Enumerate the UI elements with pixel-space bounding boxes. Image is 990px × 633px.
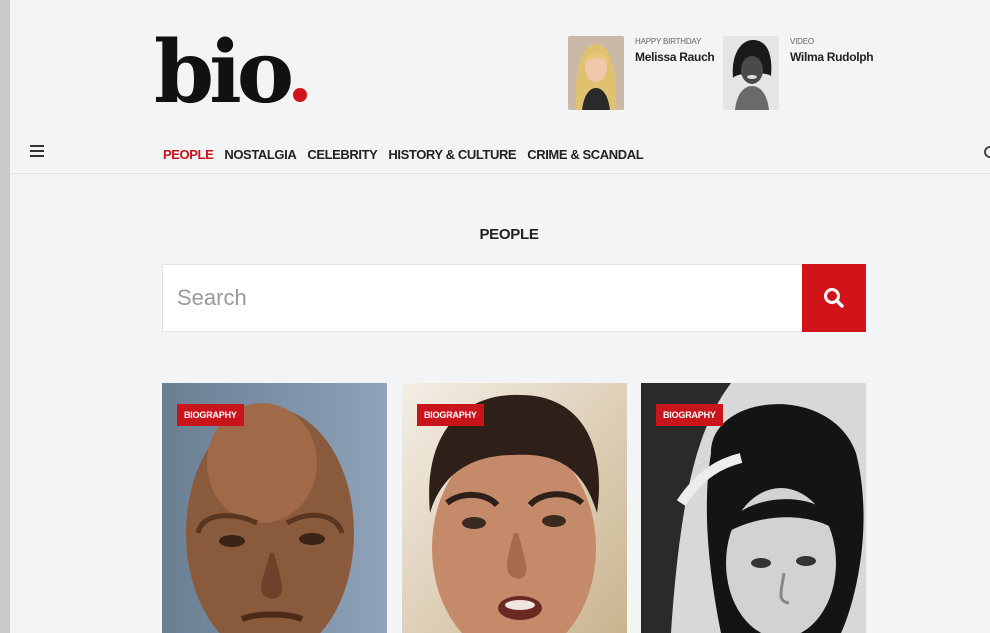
- category-badge[interactable]: BIOGRAPHY: [417, 404, 484, 426]
- category-badge[interactable]: BIOGRAPHY: [656, 404, 723, 426]
- nav-item-crime-scandal[interactable]: CRIME & SCANDAL: [527, 147, 643, 162]
- search-button[interactable]: [802, 264, 866, 332]
- promo-name[interactable]: Wilma Rudolph: [790, 50, 874, 64]
- bio-logo[interactable]: bio: [154, 28, 308, 118]
- promo-birthday[interactable]: HAPPY BIRTHDAY Melissa Rauch: [568, 36, 715, 110]
- category-badge[interactable]: BIOGRAPHY: [177, 404, 244, 426]
- promo-thumbnail[interactable]: [723, 36, 779, 110]
- search-icon: [824, 288, 844, 308]
- hamburger-icon[interactable]: [30, 145, 44, 160]
- search-input[interactable]: [163, 265, 803, 331]
- search-bar: [162, 264, 866, 332]
- main-nav: PEOPLE NOSTALGIA CELEBRITY HISTORY & CUL…: [163, 147, 644, 162]
- nav-item-people[interactable]: PEOPLE: [163, 147, 214, 162]
- biography-card[interactable]: BIOGRAPHY: [402, 383, 627, 633]
- promo-thumbnail[interactable]: [568, 36, 624, 110]
- promo-video[interactable]: VIDEO Wilma Rudolph: [723, 36, 874, 110]
- promo-kicker: VIDEO: [790, 37, 814, 46]
- promo-name[interactable]: Melissa Rauch: [635, 50, 715, 64]
- header-divider: [10, 173, 990, 174]
- biography-card[interactable]: BIOGRAPHY: [162, 383, 387, 633]
- nav-item-nostalgia[interactable]: NOSTALGIA: [224, 147, 296, 162]
- logo-dot: [293, 88, 308, 102]
- search-icon[interactable]: [984, 146, 990, 158]
- nav-item-history-culture[interactable]: HISTORY & CULTURE: [388, 147, 516, 162]
- nav-item-celebrity[interactable]: CELEBRITY: [307, 147, 377, 162]
- window-edge: [0, 0, 10, 633]
- biography-card[interactable]: BIOGRAPHY: [641, 383, 866, 633]
- promo-kicker: HAPPY BIRTHDAY: [635, 37, 702, 46]
- page-title: PEOPLE: [479, 226, 539, 243]
